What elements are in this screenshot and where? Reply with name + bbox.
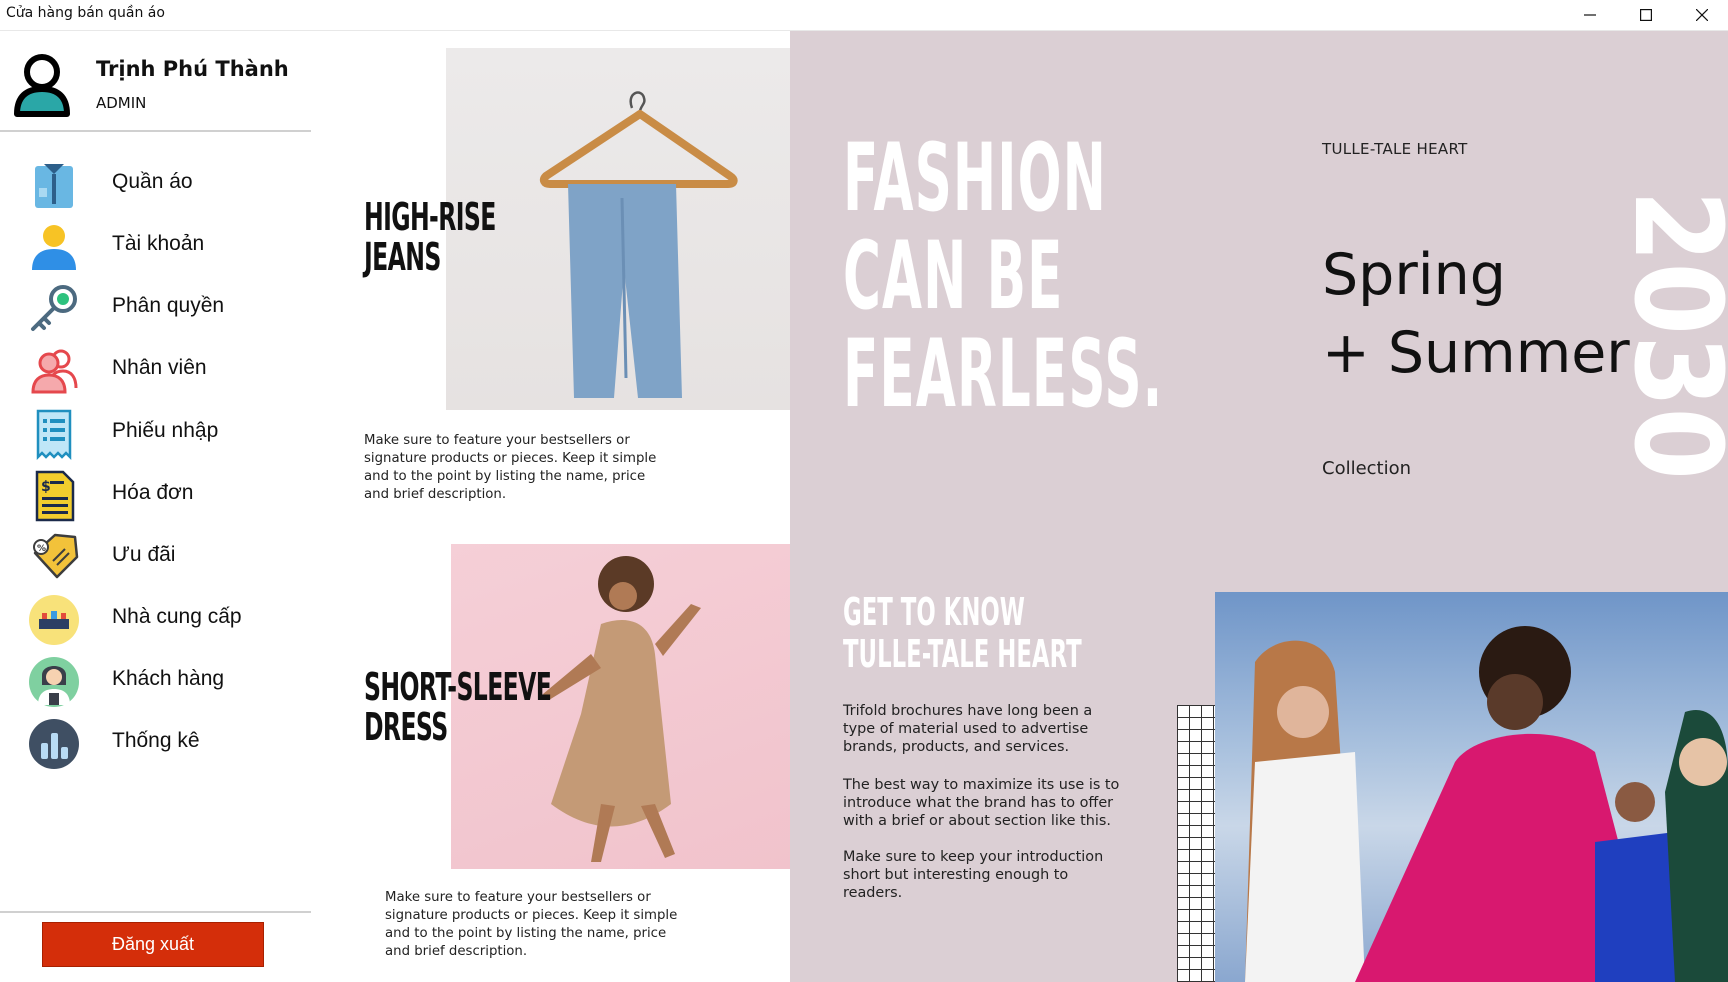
- brochure-left-panel: HIGH-RISE JEANS Make sure to feature you…: [311, 31, 790, 982]
- maximize-icon: [1640, 9, 1652, 21]
- about-paragraph: Trifold brochures have long been a type …: [843, 703, 1093, 755]
- sidebar-item-label: Khách hàng: [112, 667, 225, 690]
- sidebar: Trịnh Phú Thành ADMIN Quần áo Tài khoản …: [0, 31, 311, 982]
- sidebar-item-suppliers[interactable]: Nhà cung cấp: [0, 588, 311, 648]
- customer-icon: [29, 657, 79, 707]
- about-heading: GET TO KNOW TULLE-TALE HEART: [843, 590, 1082, 676]
- employees-icon: [31, 349, 78, 394]
- sidebar-item-account[interactable]: Tài khoản: [0, 215, 311, 275]
- sidebar-item-import-receipts[interactable]: Phiếu nhập: [0, 402, 311, 462]
- close-button[interactable]: [1674, 0, 1728, 30]
- sidebar-divider: [0, 911, 311, 913]
- dress-heading: SHORT-SLEEVE DRESS: [364, 665, 562, 749]
- maximize-button[interactable]: [1618, 0, 1674, 30]
- sidebar-item-employees[interactable]: Nhân viên: [0, 339, 311, 399]
- year-text: 2030: [1618, 190, 1728, 480]
- user-avatar-icon: [14, 54, 70, 117]
- sidebar-item-label: Tài khoản: [112, 232, 205, 255]
- svg-text:%: %: [37, 544, 46, 554]
- shirt-icon: [35, 164, 73, 208]
- supplier-icon: [29, 595, 79, 645]
- statistics-icon: [29, 719, 79, 769]
- sidebar-item-label: Thống kê: [112, 729, 200, 752]
- group-models-image: [1215, 592, 1728, 982]
- sidebar-item-label: Phân quyền: [112, 294, 225, 317]
- user-name: Trịnh Phú Thành: [96, 57, 289, 81]
- minimize-icon: [1584, 14, 1596, 16]
- sidebar-item-label: Nhân viên: [112, 356, 207, 379]
- close-icon: [1696, 9, 1708, 21]
- svg-text:$: $: [41, 479, 51, 495]
- about-paragraph: The best way to maximize its use is to i…: [843, 777, 1120, 829]
- sidebar-item-invoices[interactable]: $ Hóa đơn: [0, 464, 311, 524]
- year-value: 2030: [1618, 190, 1728, 480]
- grid-pattern: [1177, 705, 1215, 982]
- sidebar-item-permissions[interactable]: Phân quyền: [0, 277, 311, 337]
- logout-button[interactable]: Đăng xuất: [42, 922, 264, 967]
- dress-description: Make sure to feature your bestsellers or…: [385, 890, 678, 959]
- window-title: Cửa hàng bán quần áo: [6, 5, 165, 21]
- season-title: Spring + Summer: [1322, 242, 1630, 386]
- brand-label: TULLE-TALE HEART: [1322, 140, 1468, 158]
- jeans-heading-text: HIGH-RISE JEANS: [364, 195, 496, 279]
- dress-heading-text: SHORT-SLEEVE DRESS: [364, 665, 552, 749]
- account-icon: [32, 225, 76, 270]
- window-titlebar: Cửa hàng bán quần áo: [0, 0, 1728, 31]
- sidebar-item-label: Quần áo: [112, 170, 193, 193]
- collection-label: Collection: [1322, 458, 1412, 479]
- jeans-heading: HIGH-RISE JEANS: [364, 195, 525, 279]
- discount-tag-icon: %: [33, 533, 79, 579]
- about-paragraph: Make sure to keep your introduction shor…: [843, 849, 1104, 901]
- key-icon: [31, 285, 77, 331]
- user-profile: Trịnh Phú Thành ADMIN: [0, 31, 311, 132]
- sidebar-item-customers[interactable]: Khách hàng: [0, 650, 311, 710]
- sidebar-item-label: Hóa đơn: [112, 481, 194, 504]
- jeans-description: Make sure to feature your bestsellers or…: [364, 433, 657, 502]
- sidebar-item-label: Phiếu nhập: [112, 419, 219, 442]
- sidebar-item-label: Ưu đãi: [112, 543, 176, 566]
- sidebar-item-label: Nhà cung cấp: [112, 605, 242, 628]
- minimize-button[interactable]: [1562, 0, 1618, 30]
- user-role: ADMIN: [96, 94, 147, 112]
- invoice-icon: $: [35, 470, 75, 522]
- headline: FASHION CAN BE FEARLESS.: [843, 124, 1164, 429]
- sidebar-item-clothes[interactable]: Quần áo: [0, 153, 311, 213]
- sidebar-item-statistics[interactable]: Thống kê: [0, 712, 311, 772]
- sidebar-item-discounts[interactable]: % Ưu đãi: [0, 526, 311, 586]
- receipt-icon: [36, 409, 72, 461]
